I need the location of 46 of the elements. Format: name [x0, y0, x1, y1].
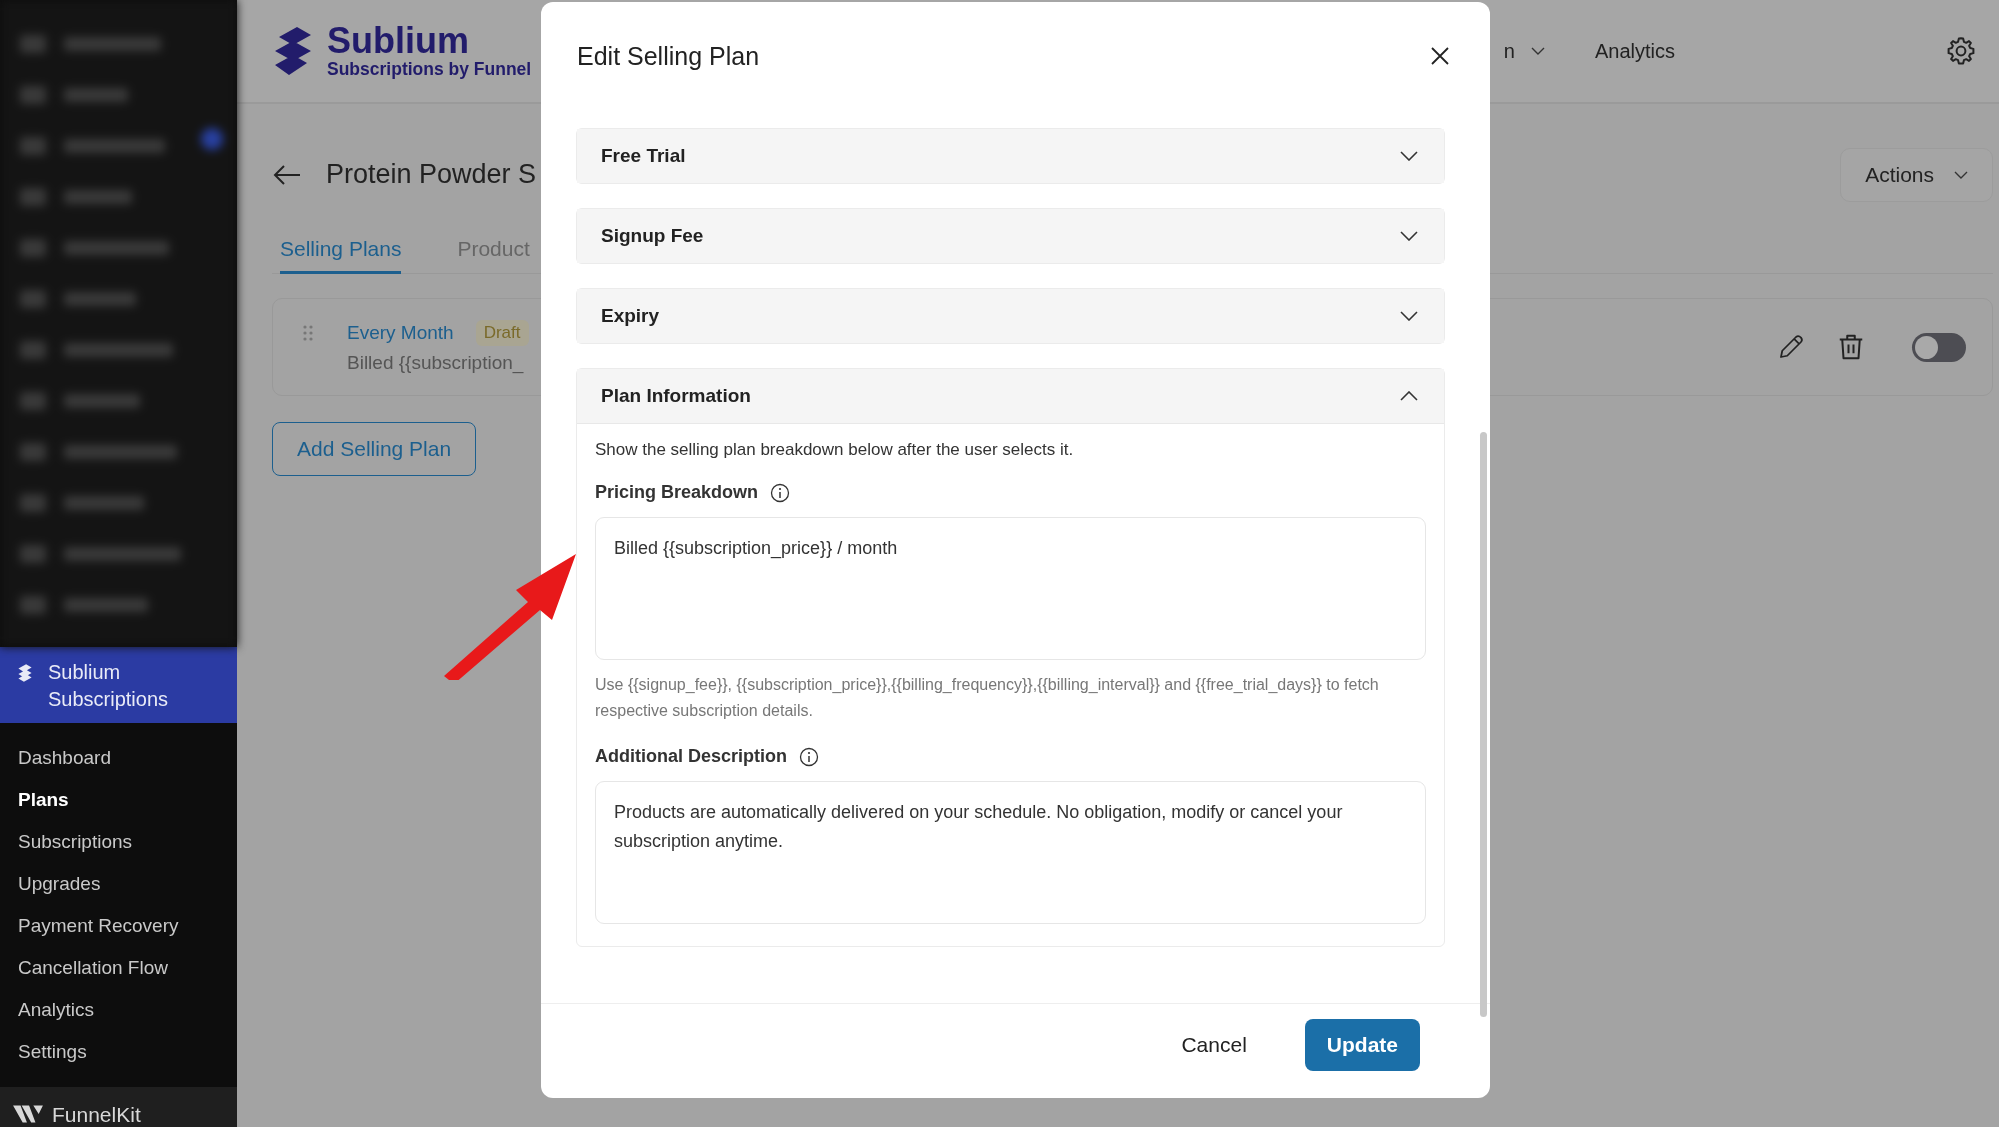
sidebar-menu-item[interactable]: Sublium Subscriptions	[0, 647, 237, 724]
chevron-down-icon	[1400, 151, 1418, 161]
logo-subtitle: Subscriptions by Funnel	[327, 58, 532, 80]
text-area-field[interactable]: Billed {{subscription_price}} / month	[595, 517, 1426, 660]
field-label: Additional Description	[595, 746, 787, 767]
logo-icon	[12, 1103, 44, 1125]
help-text: Use {{signup_fee}}, {{subscription_price}},{{billing_frequency}},{{billing_interval}} and {{free_trial_days}} to fetch respective subscription details.	[595, 675, 1380, 721]
info-icon[interactable]	[799, 746, 819, 767]
sidebar-item[interactable]: Settings	[18, 1031, 219, 1074]
sidebar-item[interactable]: Subscriptions	[18, 821, 219, 864]
accordion-header[interactable]: Signup Fee	[577, 209, 1444, 263]
brand-name: FunnelKit	[52, 1103, 141, 1127]
status-badge: Draft	[475, 320, 529, 346]
accordion-header[interactable]: Plan Information	[577, 369, 1444, 423]
info-icon[interactable]	[770, 482, 791, 503]
chevron-down-icon	[1400, 311, 1418, 321]
scrollbar[interactable]	[1480, 432, 1487, 1017]
page-title: Protein Powder S	[326, 159, 537, 190]
nav-link[interactable]: Analytics	[1594, 39, 1675, 63]
modal-title: Edit Selling Plan	[577, 42, 760, 71]
sidebar-item[interactable]: Analytics	[18, 989, 219, 1032]
sidebar-item[interactable]: Upgrades	[18, 863, 219, 906]
back-arrow-icon[interactable]	[272, 162, 302, 187]
chevron-up-icon	[1400, 391, 1418, 401]
accordion-header[interactable]: Expiry	[577, 289, 1444, 343]
update-button[interactable]: Update	[1304, 1019, 1420, 1071]
drag-handle-icon[interactable]	[303, 325, 313, 341]
sidebar-item[interactable]: Cancellation Flow	[18, 947, 219, 990]
nav-link[interactable]: n	[1503, 39, 1545, 63]
sidebar-item[interactable]: Plans	[18, 779, 219, 822]
close-icon[interactable]	[1430, 46, 1450, 66]
actions-button[interactable]: Actions	[1840, 147, 1993, 202]
field-label: Pricing Breakdown	[595, 482, 759, 503]
cancel-button[interactable]: Cancel	[1159, 1019, 1269, 1071]
plan-description: Billed {{subscription_	[347, 352, 525, 374]
sidebar-item[interactable]: Payment Recovery	[18, 905, 219, 948]
toggle-switch[interactable]	[1912, 332, 1966, 362]
logo-title: Sublium	[327, 22, 470, 59]
chevron-down-icon	[1400, 231, 1418, 241]
chevron-down-icon	[1954, 170, 1968, 179]
accordion-header[interactable]: Free Trial	[577, 129, 1444, 183]
text-area-field[interactable]: Products are automatically delivered on your schedule. No obligation, modify or cancel your subscription anytime.	[595, 781, 1426, 924]
section-description: Show the selling plan breakdown below after the user selects it.	[595, 440, 1075, 460]
sidebar-item[interactable]: Dashboard	[18, 737, 219, 780]
settings-icon[interactable]	[1945, 35, 1977, 67]
chevron-down-icon	[1530, 47, 1545, 55]
